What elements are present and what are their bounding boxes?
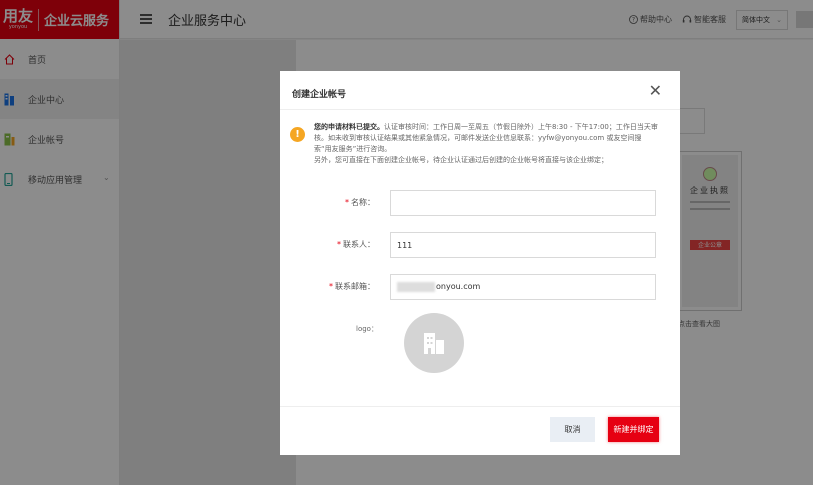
form-row-contact: * 联系人： <box>280 232 680 258</box>
create-and-bind-button[interactable]: 新建并绑定 <box>608 417 659 442</box>
divider <box>280 109 680 110</box>
create-account-dialog: 创建企业帐号 ✕ ! 您的申请材料已提交。认证审核时间：工作日周一至周五（节假日… <box>280 71 680 455</box>
contact-label: * 联系人： <box>337 240 375 249</box>
notice-extra: 另外，您可直接在下面创建企业帐号，待企业认证通过后创建的企业帐号将直接与该企业绑… <box>314 156 608 164</box>
dialog-title: 创建企业帐号 <box>292 90 347 100</box>
notice-heading: 您的申请材料已提交。 <box>314 123 384 131</box>
cancel-button[interactable]: 取消 <box>550 417 595 442</box>
divider <box>280 406 680 407</box>
logo-label: logo： <box>356 325 378 333</box>
contact-input[interactable] <box>390 232 656 258</box>
close-icon[interactable]: ✕ <box>649 83 662 99</box>
redacted-text <box>397 281 435 292</box>
warning-icon: ! <box>290 127 305 142</box>
form-row-email: * 联系邮箱： onyou.com <box>280 274 680 300</box>
building-icon <box>424 333 444 354</box>
name-input[interactable] <box>390 190 656 216</box>
submission-notice: 您的申请材料已提交。认证审核时间：工作日周一至周五（节假日除外）上午8:30 -… <box>314 122 659 166</box>
email-input[interactable]: onyou.com <box>390 274 656 300</box>
logo-upload-button[interactable] <box>404 313 464 373</box>
form-row-name: * 名称： <box>280 190 680 216</box>
name-label: * 名称： <box>345 198 375 207</box>
email-label: * 联系邮箱： <box>329 282 375 291</box>
email-value: onyou.com <box>436 282 481 291</box>
